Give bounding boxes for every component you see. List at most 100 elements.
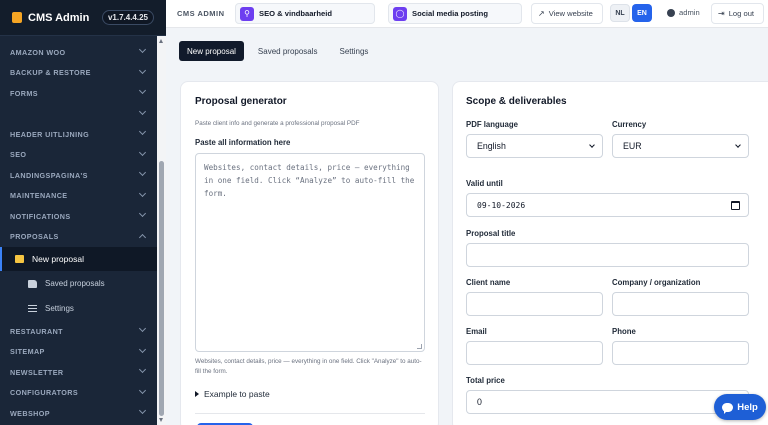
sidebar-subitem-label: Saved proposals — [45, 279, 105, 288]
sidebar-item-webshop[interactable]: WEBSHOP — [0, 403, 157, 424]
username: admin — [679, 8, 700, 17]
chevron-down-icon — [138, 209, 147, 218]
chevron-down-icon — [138, 86, 147, 95]
sidebar-subitem-saved-proposals[interactable]: Saved proposals — [0, 271, 157, 296]
seo-button[interactable]: ⚲ SEO & vindbaarheid — [235, 3, 375, 24]
brand-header: CMS Admin v1.7.4.4.25 — [0, 0, 166, 36]
social-media-button[interactable]: ◯ Social media posting — [388, 3, 522, 24]
sidebar-item-seo[interactable]: SEO — [0, 145, 157, 166]
chevron-down-icon — [138, 45, 147, 54]
social-button-label: Social media posting — [412, 9, 488, 18]
sidebar-item-backup-restore[interactable]: BACKUP & RESTORE — [0, 63, 157, 84]
logout-label: Log out — [728, 9, 755, 18]
sidebar-item-blank[interactable] — [0, 104, 157, 125]
company-label: Company / organization — [612, 278, 701, 287]
pdf-language-label: PDF language — [466, 120, 518, 129]
sidebar-item-amazon-woo[interactable]: AMAZON WOO — [0, 42, 157, 63]
pdf-language-value: English — [477, 141, 506, 151]
scope-card: Scope & deliverables PDF language Englis… — [452, 81, 768, 425]
pdf-language-select[interactable]: English — [466, 134, 603, 158]
logout-icon: ⇥ — [718, 9, 725, 18]
chevron-down-icon — [138, 406, 147, 415]
chevron-down-icon — [138, 107, 147, 115]
divider — [195, 413, 425, 414]
brand-name: CMS Admin — [28, 11, 90, 24]
sidebar-item-label: LANDINGSPAGINA'S — [10, 170, 88, 180]
email-label: Email — [466, 327, 487, 336]
cms-admin-label: CMS ADMIN — [177, 9, 225, 18]
sidebar-item-label: CONFIGURATORS — [10, 388, 79, 398]
cms-logo-icon — [12, 12, 22, 23]
proposal-tabs: New proposal Saved proposals Settings — [179, 41, 382, 61]
calendar-icon[interactable] — [731, 201, 740, 210]
sidebar-item-configurators[interactable]: CONFIGURATORS — [0, 383, 157, 404]
sidebar-item-label: SEO — [10, 150, 27, 160]
scroll-down-arrow-icon[interactable] — [159, 418, 163, 422]
seo-button-label: SEO & vindbaarheid — [259, 9, 333, 18]
sidebar-subitem-new-proposal[interactable]: New proposal — [0, 247, 157, 271]
sidebar-scrollbar[interactable] — [157, 36, 166, 425]
sidebar-subitem-label: New proposal — [32, 254, 84, 264]
example-toggle[interactable]: Example to paste — [195, 389, 270, 399]
tab-new-proposal[interactable]: New proposal — [179, 41, 244, 61]
currency-value: EUR — [623, 141, 642, 151]
lang-nl-button[interactable]: NL — [610, 4, 630, 22]
resize-handle-icon[interactable] — [417, 344, 422, 349]
logout-button[interactable]: ⇥ Log out — [711, 3, 764, 24]
paste-help-text: Websites, contact details, price — every… — [195, 358, 422, 375]
scrollbar-thumb[interactable] — [159, 161, 164, 416]
sidebar: CMS Admin v1.7.4.4.25 AMAZON WOO BACKUP … — [0, 0, 166, 425]
user-icon — [667, 8, 675, 17]
sidebar-subitem-label: Settings — [45, 304, 74, 313]
currency-label: Currency — [612, 120, 647, 129]
valid-until-value: 09-10-2026 — [477, 200, 526, 210]
view-website-label: View website — [548, 9, 593, 18]
proposal-title-input[interactable] — [466, 243, 749, 267]
phone-label: Phone — [612, 327, 636, 336]
user-menu[interactable]: admin — [667, 8, 700, 17]
sidebar-item-maintenance[interactable]: MAINTENANCE — [0, 186, 157, 207]
chevron-down-icon — [138, 345, 147, 353]
paste-textarea[interactable]: Websites, contact details, price — every… — [195, 153, 425, 352]
valid-until-date-input[interactable]: 09-10-2026 — [466, 193, 749, 217]
sidebar-item-restaurant[interactable]: RESTAURANT — [0, 321, 157, 342]
company-input[interactable] — [612, 292, 749, 316]
scroll-up-arrow-icon[interactable] — [159, 39, 163, 43]
sidebar-item-label: MAINTENANCE — [10, 191, 68, 201]
sidebar-item-sitemap[interactable]: SITEMAP — [0, 342, 157, 363]
sidebar-subitem-settings[interactable]: Settings — [0, 296, 157, 321]
phone-input[interactable] — [612, 341, 749, 365]
sidebar-item-label: HEADER UITLIJNING — [10, 129, 90, 139]
sidebar-nav: AMAZON WOO BACKUP & RESTORE FORMS HEADER… — [0, 36, 157, 424]
total-price-input[interactable]: 0 — [466, 390, 749, 414]
client-name-input[interactable] — [466, 292, 603, 316]
proposal-generator-card: Proposal generator Paste client info and… — [180, 81, 439, 425]
chevron-down-icon — [138, 189, 147, 197]
chevron-down-icon — [138, 324, 147, 333]
sidebar-item-landingspaginas[interactable]: LANDINGSPAGINA'S — [0, 165, 157, 186]
view-website-link[interactable]: ↗ View website — [531, 3, 603, 24]
paste-label: Paste all information here — [195, 138, 291, 147]
sidebar-item-label: WEBSHOP — [10, 408, 50, 418]
currency-select[interactable]: EUR — [612, 134, 749, 158]
sidebar-item-proposals[interactable]: PROPOSALS — [0, 227, 157, 248]
chevron-down-icon — [138, 148, 147, 156]
chevron-down-icon — [138, 386, 147, 394]
sidebar-item-label: AMAZON WOO — [10, 47, 66, 57]
sidebar-item-label: BACKUP & RESTORE — [10, 68, 91, 78]
document-edit-icon — [15, 255, 24, 263]
sidebar-item-forms[interactable]: FORMS — [0, 83, 157, 104]
sidebar-item-label: RESTAURANT — [10, 326, 63, 336]
scope-title: Scope & deliverables — [466, 96, 567, 107]
lang-en-button[interactable]: EN — [632, 4, 652, 22]
help-button[interactable]: Help — [714, 394, 766, 420]
tab-saved-proposals[interactable]: Saved proposals — [250, 41, 326, 61]
top-bar: CMS ADMIN ⚲ SEO & vindbaarheid ◯ Social … — [166, 0, 768, 28]
sidebar-item-header-uitlijning[interactable]: HEADER UITLIJNING — [0, 124, 157, 145]
sidebar-item-notifications[interactable]: NOTIFICATIONS — [0, 206, 157, 227]
tab-settings[interactable]: Settings — [332, 41, 377, 61]
email-input[interactable] — [466, 341, 603, 365]
sidebar-item-newsletter[interactable]: NEWSLETTER — [0, 362, 157, 383]
proposal-title-label: Proposal title — [466, 229, 516, 238]
example-toggle-label: Example to paste — [204, 389, 270, 399]
